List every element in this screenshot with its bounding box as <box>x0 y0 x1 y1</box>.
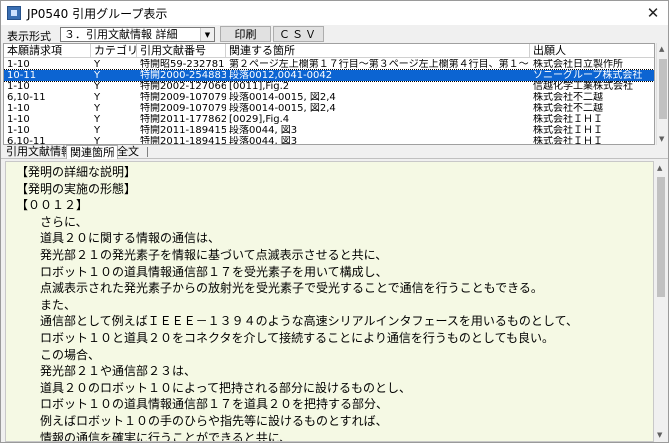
text-line: 【発明の実施の形態】 <box>16 181 137 196</box>
text-line: 【発明の詳細な説明】 <box>16 165 137 179</box>
category-cell: Y <box>94 59 101 70</box>
print-button[interactable]: 印刷 <box>220 26 271 42</box>
relevant-part-cell: 第２ページ左上欄第１７行目～第３ページ左上欄第４行目、第１～５図 <box>229 59 530 70</box>
category-cell: Y <box>94 136 101 145</box>
text-line: 道具２０のロボット１０によって把持される部分に設けるものとし、 <box>16 380 412 395</box>
category-cell: Y <box>94 81 101 92</box>
claims-cell: 1-10 <box>7 81 30 92</box>
window-title: JP0540 引用グループ表示 <box>27 6 168 21</box>
doc-number-cell: 特開2011-189415 <box>140 125 226 136</box>
claims-cell: 6,10-11 <box>7 136 46 145</box>
table-row[interactable]: 1-10 Y 特開2002-127066 [0011],Fig.2 信越化学工業株式会社 <box>4 81 654 92</box>
doc-number-cell: 特開2009-107079 <box>140 103 226 114</box>
column-header-relevant-part[interactable]: 関連する箇所 <box>226 44 530 58</box>
applicant-cell: 株式会社ＩＨＩ <box>533 136 603 145</box>
table-scrollbar[interactable]: ▲ ▼ <box>656 43 668 145</box>
category-cell: Y <box>94 114 101 125</box>
table-row[interactable]: 1-10 Y 特開昭59-232781 第２ページ左上欄第１７行目～第３ページ左上欄第… <box>4 59 654 70</box>
text-line: ロボット１０と道具２０をコネクタを介して接続することにより通信を行うものとしても… <box>16 331 554 345</box>
related-part-text-area[interactable]: 【発明の詳細な説明】 【発明の実施の形態】 【００１２】 さらに、 道具２０に関する… <box>5 161 654 442</box>
tab-related-part[interactable]: 関連箇所 <box>66 145 118 159</box>
claims-cell: 1-10 <box>7 59 30 70</box>
tab-separator <box>64 147 65 157</box>
doc-number-cell: 特開2011-177862 <box>140 114 226 125</box>
claims-cell: 1-10 <box>7 125 30 136</box>
display-format-value: ３．引用文献情報 詳細 <box>64 28 178 41</box>
text-line: ロボット１０の道具情報通信部１７を道具２０を把持する部分、 <box>16 397 389 412</box>
applicant-cell: 株式会社日立製作所 <box>533 59 623 70</box>
scroll-down-icon[interactable]: ▼ <box>657 431 662 439</box>
text-line: 点滅表示された発光素子からの放射光を受光素子で受光することで通信を行うこともでき… <box>16 281 543 296</box>
scroll-up-icon[interactable]: ▲ <box>659 45 664 53</box>
content-scrollbar[interactable]: ▲ ▼ <box>654 161 668 442</box>
tab-separator <box>147 147 148 157</box>
scroll-thumb[interactable] <box>659 59 667 119</box>
claims-cell: 10-11 <box>7 70 37 81</box>
applicant-cell: ソニーグループ株式会社 <box>533 70 643 81</box>
app-icon <box>7 6 21 20</box>
tab-full-text[interactable]: 全文 <box>114 145 142 159</box>
doc-number-cell: 特開2002-127066 <box>140 81 226 92</box>
table-row[interactable]: 1-10 Y 特開2011-189415 段落0044, 図3 株式会社ＩＨＩ <box>4 125 654 136</box>
category-cell: Y <box>94 92 101 103</box>
applicant-cell: 株式会社不二越 <box>533 92 603 103</box>
dropdown-arrow-icon[interactable]: ▼ <box>200 28 214 41</box>
claims-cell: 6,10-11 <box>7 92 46 103</box>
doc-number-cell: 特開2009-107079 <box>140 92 226 103</box>
table-row[interactable]: 6,10-11 Y 特開2009-107079 段落0014-0015, 図2,4 株式… <box>4 92 654 103</box>
doc-number-cell: 特開昭59-232781 <box>140 59 225 70</box>
citation-table: 本願請求項 カテゴリ 引用文献番号 関連する箇所 出願人 1-10 Y 特開昭59-… <box>3 43 655 145</box>
table-row[interactable]: 6,10-11 Y 特開2011-189415 段落0044, 図3 株式会社ＩＨＩ <box>4 136 654 145</box>
relevant-part-cell: 段落0014-0015, 図2,4 <box>229 103 336 114</box>
column-header-applicant[interactable]: 出願人 <box>530 44 654 58</box>
text-line: 例えばロボット１０の手のひらや指先等に設けるものとすれば、 <box>16 414 388 428</box>
text-line: 通信部として例えばＩＥＥＥ－１３９４のような高速シリアルインタフェースを用いるも… <box>16 314 578 329</box>
app-window: JP0540 引用グループ表示 ✕ 表示形式 ３．引用文献情報 詳細 ▼ 印刷 … <box>0 0 669 443</box>
category-cell: Y <box>94 125 101 136</box>
text-line: 発光部２１や通信部２３は、 <box>16 364 197 379</box>
relevant-part-cell: 段落0012,0041-0042 <box>229 70 333 81</box>
display-format-select[interactable]: ３．引用文献情報 詳細 ▼ <box>60 27 215 42</box>
text-line: さらに、 <box>16 214 88 229</box>
doc-number-cell: 特開2000-254883 <box>140 70 226 81</box>
applicant-cell: 信越化学工業株式会社 <box>533 81 633 92</box>
close-icon[interactable]: ✕ <box>638 1 668 25</box>
table-row[interactable]: 1-10 Y 特開2011-177862 [0029],Fig.4 株式会社ＩＨＩ <box>4 114 654 125</box>
title-bar[interactable]: JP0540 引用グループ表示 ✕ <box>1 1 668 25</box>
text-line: 情報の通信を確実に行うことができると共に、 <box>16 430 292 442</box>
category-cell: Y <box>94 103 101 114</box>
text-line: ロボット１０の道具情報通信部１７を受光素子を用いて構成し、 <box>16 264 388 279</box>
relevant-part-cell: 段落0044, 図3 <box>229 136 298 145</box>
toolbar: 表示形式 ３．引用文献情報 詳細 ▼ 印刷 ＣＳＶ <box>1 25 668 43</box>
category-cell: Y <box>94 70 101 81</box>
relevant-part-cell: 段落0044, 図3 <box>229 125 298 136</box>
claims-cell: 1-10 <box>7 114 30 125</box>
relevant-part-cell: [0011],Fig.2 <box>229 81 290 92</box>
doc-number-cell: 特開2011-189415 <box>140 136 226 145</box>
csv-button[interactable]: ＣＳＶ <box>273 26 324 42</box>
text-line: この場合、 <box>16 347 101 362</box>
applicant-cell: 株式会社不二越 <box>533 103 603 114</box>
column-header-claims[interactable]: 本願請求項 <box>4 44 91 58</box>
column-header-doc-number[interactable]: 引用文献番号 <box>137 44 226 58</box>
table-header: 本願請求項 カテゴリ 引用文献番号 関連する箇所 出願人 <box>4 44 654 58</box>
scroll-down-icon[interactable]: ▼ <box>659 135 664 143</box>
column-header-category[interactable]: カテゴリ <box>91 44 138 58</box>
text-line: 発光部２１の発光素子を情報に基づいて点滅表示させると共に、 <box>16 248 388 262</box>
scroll-thumb[interactable] <box>657 177 665 297</box>
scroll-up-icon[interactable]: ▲ <box>657 164 662 172</box>
relevant-part-cell: 段落0014-0015, 図2,4 <box>229 92 336 103</box>
display-format-label: 表示形式 <box>7 30 51 43</box>
applicant-cell: 株式会社ＩＨＩ <box>533 125 603 136</box>
text-line: 道具２０に関する情報の通信は、 <box>16 231 221 246</box>
text-line: また、 <box>16 297 77 312</box>
relevant-part-cell: [0029],Fig.4 <box>229 114 290 125</box>
table-row[interactable]: 1-10 Y 特開2009-107079 段落0014-0015, 図2,4 株式会社不… <box>4 103 654 114</box>
claims-cell: 1-10 <box>7 103 30 114</box>
table-row[interactable]: 10-11 Y 特開2000-254883 段落0012,0041-0042 ソニーグル… <box>4 69 654 82</box>
tab-bar: 引用文献情報 関連箇所 全文 <box>1 145 668 159</box>
applicant-cell: 株式会社ＩＨＩ <box>533 114 603 125</box>
text-line: 【００１２】 <box>16 198 89 213</box>
